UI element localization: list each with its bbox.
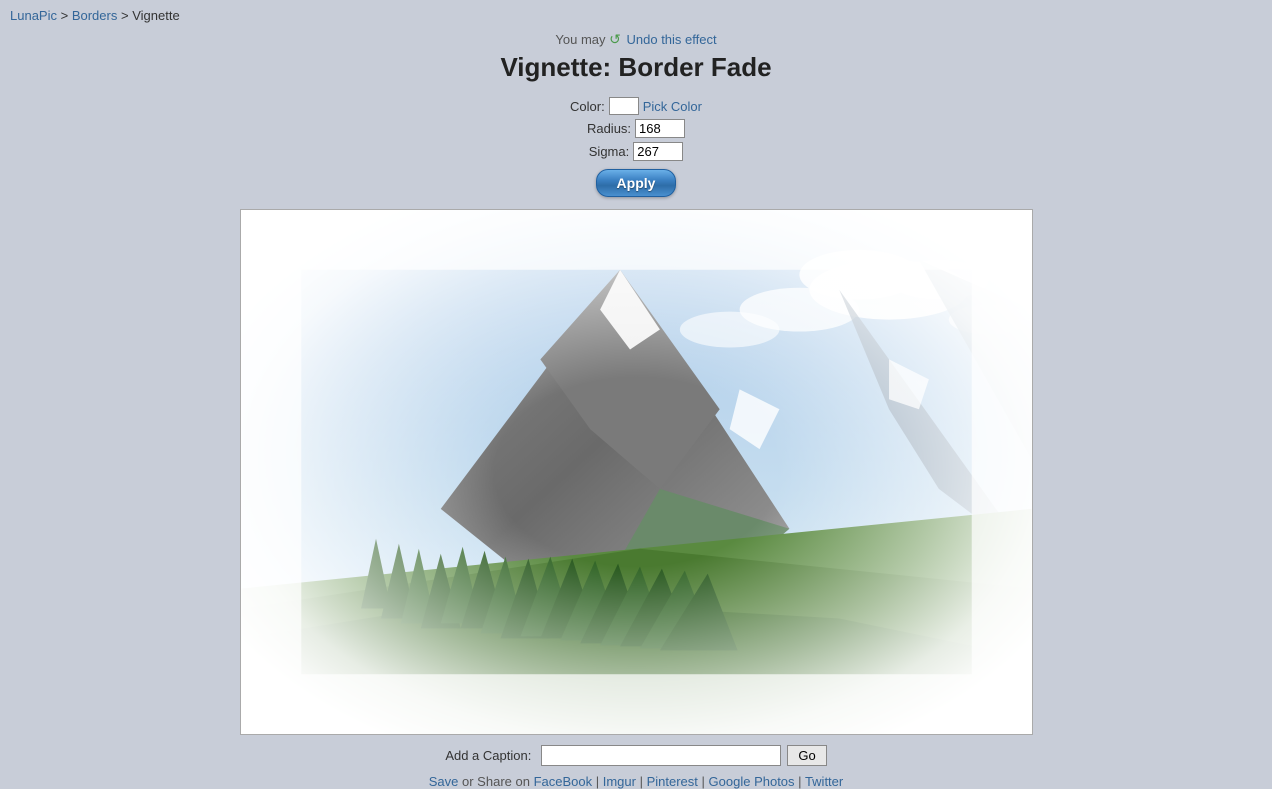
color-label: Color: <box>570 99 605 114</box>
apply-button[interactable]: Apply <box>596 169 677 197</box>
sigma-label: Sigma: <box>589 144 629 159</box>
sigma-row: Sigma: <box>570 142 702 161</box>
breadcrumb: LunaPic > Borders > Vignette <box>0 0 1272 31</box>
caption-label: Add a Caption: <box>445 748 531 763</box>
separator1: | <box>596 774 603 789</box>
breadcrumb-separator2: > <box>121 8 132 23</box>
undo-icon: ↺ <box>609 31 621 48</box>
color-row: Color: Pick Color <box>570 97 702 115</box>
main-content: You may ↺ Undo this effect Vignette: Bor… <box>0 31 1272 789</box>
radius-row: Radius: <box>570 119 702 138</box>
share-prefix: or Share on <box>462 774 534 789</box>
pinterest-link[interactable]: Pinterest <box>647 774 698 789</box>
go-button[interactable]: Go <box>787 745 826 766</box>
mountain-scene <box>241 210 1032 734</box>
separator2: | <box>640 774 647 789</box>
radius-label: Radius: <box>587 121 631 136</box>
lunapic-link[interactable]: LunaPic <box>10 8 57 23</box>
save-link[interactable]: Save <box>429 774 459 789</box>
header-section: You may ↺ Undo this effect Vignette: Bor… <box>500 31 771 91</box>
image-canvas <box>241 210 1032 734</box>
color-swatch[interactable] <box>609 97 639 115</box>
effect-title: Vignette: Border Fade <box>500 52 771 83</box>
google-photos-link[interactable]: Google Photos <box>709 774 795 789</box>
breadcrumb-current: Vignette <box>132 8 179 23</box>
breadcrumb-separator: > <box>61 8 72 23</box>
footer-links: Save or Share on FaceBook | Imgur | Pint… <box>429 774 843 789</box>
undo-prefix: You may <box>555 32 605 47</box>
caption-area: Add a Caption: Go <box>445 745 826 766</box>
facebook-link[interactable]: FaceBook <box>534 774 593 789</box>
sigma-input[interactable] <box>633 142 683 161</box>
twitter-link[interactable]: Twitter <box>805 774 843 789</box>
borders-link[interactable]: Borders <box>72 8 118 23</box>
radius-input[interactable] <box>635 119 685 138</box>
pick-color-link[interactable]: Pick Color <box>643 99 702 114</box>
separator4: | <box>798 774 805 789</box>
image-container <box>240 209 1033 735</box>
controls-panel: Color: Pick Color Radius: Sigma: Apply <box>570 97 702 201</box>
separator3: | <box>702 774 709 789</box>
imgur-link[interactable]: Imgur <box>603 774 636 789</box>
apply-row: Apply <box>570 165 702 197</box>
caption-input[interactable] <box>541 745 781 766</box>
undo-line: You may ↺ Undo this effect <box>500 31 771 48</box>
undo-link[interactable]: Undo this effect <box>627 32 717 47</box>
